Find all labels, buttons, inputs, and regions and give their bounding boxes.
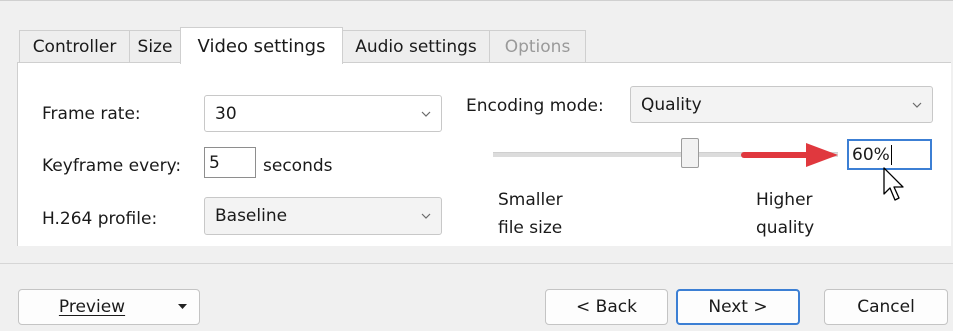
quality-input[interactable]: 60% (847, 139, 932, 170)
cancel-label: Cancel (857, 297, 915, 317)
encoding-mode-value: Quality (641, 94, 702, 115)
smaller-label-line2: file size (498, 218, 563, 238)
smaller-label-line1: Smaller (498, 190, 563, 210)
encoding-mode-label: Encoding mode: (466, 96, 604, 116)
caret-down-icon (178, 304, 187, 309)
higher-label-line2: quality (756, 218, 815, 238)
keyframe-label: Keyframe every: (42, 156, 182, 176)
preview-label: Preview (58, 297, 126, 317)
cancel-button[interactable]: Cancel (824, 289, 948, 325)
frame-rate-label: Frame rate: (42, 104, 141, 124)
quality-slider-thumb[interactable] (681, 138, 699, 168)
back-label: < Back (576, 297, 637, 317)
chevron-down-icon (421, 213, 431, 219)
encoding-mode-dropdown[interactable]: Quality (630, 86, 933, 123)
chevron-down-icon (421, 111, 431, 117)
higher-label-line1: Higher (756, 190, 813, 210)
text-caret (890, 144, 892, 165)
back-button[interactable]: < Back (545, 289, 668, 325)
frame-rate-dropdown[interactable]: 30 (204, 95, 442, 132)
frame-rate-value: 30 (215, 103, 237, 124)
chevron-down-icon (912, 102, 922, 108)
quality-value: 60% (852, 144, 890, 165)
profile-label: H.264 profile: (42, 209, 158, 229)
next-button[interactable]: Next > (676, 289, 800, 325)
keyframe-value: 5 (209, 152, 220, 173)
quality-slider-track[interactable] (493, 152, 838, 157)
keyframe-unit-label: seconds (263, 156, 333, 176)
profile-value: Baseline (215, 206, 288, 226)
preview-button[interactable]: Preview (18, 289, 200, 325)
profile-dropdown[interactable]: Baseline (204, 197, 442, 235)
next-label: Next > (708, 297, 768, 317)
keyframe-input[interactable]: 5 (204, 147, 256, 178)
